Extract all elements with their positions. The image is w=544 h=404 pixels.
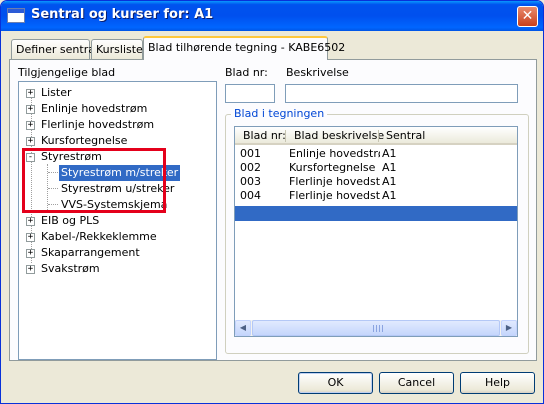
scroll-left-icon[interactable]: ◀ — [235, 320, 251, 336]
cell-sentral: A1 — [382, 175, 397, 188]
cell-sentral: A1 — [382, 147, 397, 160]
dialog-window: Sentral og kurser for: A1 ✕ Definer sent… — [0, 0, 544, 404]
expand-icon[interactable]: + — [26, 137, 35, 146]
tree-item-label: Lister — [41, 86, 72, 99]
title-bar[interactable]: Sentral og kurser for: A1 ✕ — [1, 1, 543, 31]
tab-definer-sentral[interactable]: Definer sentral — [11, 39, 98, 59]
cell-blad-nr: 004 — [240, 189, 261, 202]
sheets-in-drawing-label: Blad i tegningen — [231, 107, 328, 120]
grip-line — [376, 325, 377, 332]
window-title: Sentral og kurser for: A1 — [31, 7, 214, 22]
help-button[interactable]: Help — [460, 372, 535, 394]
horizontal-scrollbar[interactable]: ◀ ▶ — [235, 320, 517, 336]
cell-blad-beskrivelse: Flerlinje hovedstr... — [289, 175, 380, 188]
tree-item-label: Kursfortegnelse — [41, 134, 128, 147]
beskrivelse-input[interactable] — [285, 84, 518, 103]
list-row[interactable]: 003 Flerlinje hovedstr... A1 — [235, 175, 517, 189]
cell-blad-nr: 003 — [240, 175, 261, 188]
expand-icon[interactable]: + — [26, 265, 35, 274]
list-row-selected-empty[interactable] — [235, 206, 517, 221]
expand-icon[interactable]: + — [26, 249, 35, 258]
tree-item-label: EIB og PLS — [41, 214, 100, 227]
scroll-right-icon[interactable]: ▶ — [501, 320, 517, 336]
sheets-in-drawing-list[interactable]: Blad nr: Blad beskrivelse Sentral 001 En… — [234, 126, 518, 337]
tree-item-label: Svakstrøm — [41, 262, 100, 275]
list-row[interactable]: 002 Kursfortegnelse A1 — [235, 161, 517, 175]
close-button[interactable]: ✕ — [517, 6, 538, 27]
expand-icon[interactable]: + — [26, 89, 35, 98]
cell-sentral: A1 — [382, 189, 397, 202]
expand-icon[interactable]: + — [26, 217, 35, 226]
tree-item-label: Flerlinje hovedstrøm — [41, 118, 155, 131]
column-header-blad-nr[interactable]: Blad nr: — [243, 129, 286, 142]
grip-line — [379, 325, 380, 332]
highlight-box — [22, 148, 166, 213]
cell-blad-beskrivelse: Kursfortegnelse — [289, 161, 376, 174]
cell-blad-beskrivelse: Flerlinje hovedstr... — [289, 189, 380, 202]
tree-item-label: Kabel-/Rekkeklemme — [41, 230, 157, 243]
column-header-sentral[interactable]: Sentral — [386, 129, 425, 142]
blad-nr-label: Blad nr: — [225, 66, 268, 79]
expand-icon[interactable]: + — [26, 121, 35, 130]
scroll-thumb[interactable] — [252, 320, 500, 336]
cell-blad-nr: 002 — [240, 161, 261, 174]
expand-icon[interactable]: + — [26, 105, 35, 114]
column-divider[interactable] — [378, 130, 379, 142]
cancel-button[interactable]: Cancel — [379, 372, 454, 394]
list-row[interactable]: 001 Enlinje hovedstrøm A1 — [235, 147, 517, 161]
list-header: Blad nr: Blad beskrivelse Sentral — [235, 127, 517, 145]
ok-button[interactable]: OK — [298, 372, 373, 394]
window-icon — [7, 8, 25, 23]
tab-kursliste[interactable]: Kursliste — [91, 39, 143, 59]
beskrivelse-label: Beskrivelse — [286, 66, 349, 79]
list-row[interactable]: 004 Flerlinje hovedstr... A1 — [235, 189, 517, 203]
tree-item-label: Enlinje hovedstrøm — [41, 102, 148, 115]
tree-item-label: Skaparrangement — [41, 246, 140, 259]
column-header-blad-beskrivelse[interactable]: Blad beskrivelse — [294, 129, 384, 142]
cell-sentral: A1 — [382, 161, 397, 174]
column-divider[interactable] — [285, 130, 286, 142]
expand-icon[interactable]: + — [26, 233, 35, 242]
blad-nr-input[interactable] — [225, 84, 275, 103]
cell-blad-nr: 001 — [240, 147, 261, 160]
grip-line — [373, 325, 374, 332]
tab-blad-tilhorende-tegning[interactable]: Blad tilhørende tegning - KABE6502 — [143, 36, 345, 60]
grip-line — [382, 325, 383, 332]
available-sheets-tree[interactable]: + Lister + Enlinje hovedstrøm + Flerlinj… — [18, 81, 217, 360]
available-sheets-label: Tilgjengelige blad — [18, 66, 116, 79]
cell-blad-beskrivelse: Enlinje hovedstrøm — [289, 147, 380, 160]
